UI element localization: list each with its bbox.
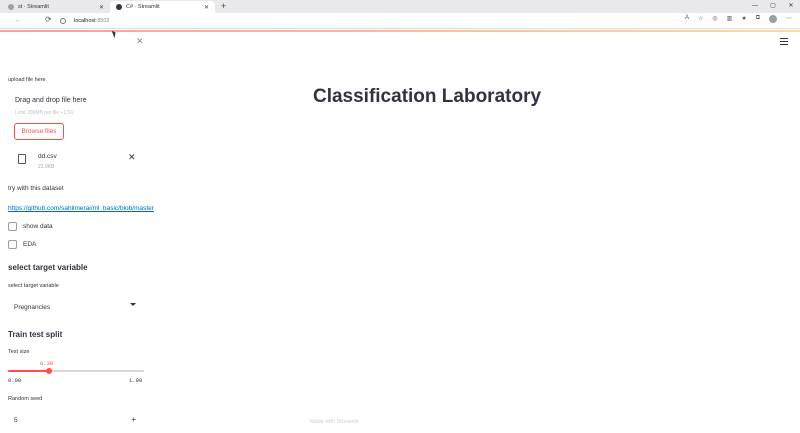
test-size-value: 0.30 [40, 360, 54, 367]
split-screen-icon[interactable]: ▥ [727, 15, 733, 23]
target-select-value: Pregnancies [14, 303, 51, 311]
address-host: localhost [74, 18, 96, 24]
show-data-label: show data [23, 223, 53, 230]
maximize-button[interactable]: ▢ [764, 0, 782, 13]
sidebar-close-icon[interactable]: ✕ [136, 36, 144, 47]
read-aloud-icon[interactable]: A [685, 15, 689, 23]
minimize-button[interactable]: — [746, 0, 764, 13]
browser-tab-active[interactable]: C# · Streamlit ✕ [110, 1, 215, 13]
random-seed-label: Random seed [8, 396, 43, 402]
back-icon[interactable]: ← [14, 15, 22, 24]
target-select-label: select target variable [8, 283, 59, 289]
favorites-icon[interactable]: ★ [741, 15, 746, 23]
tab-close-icon[interactable]: ✕ [99, 4, 104, 11]
uploaded-file: dd.csv 23.9KB ✕ [8, 152, 158, 174]
dropzone-limit: Limit 200MB per file • CSV [15, 110, 74, 116]
toolbar-icons: A ☆ ◎ ▥ ★ ⧉ ⋯ [685, 15, 792, 23]
upload-label: upload file here [8, 77, 46, 83]
tab-label: st · Streamlit [18, 4, 49, 10]
slider-fill [8, 370, 49, 372]
tab-close-icon[interactable]: ✕ [204, 4, 209, 11]
tab-label: C# · Streamlit [126, 4, 160, 10]
browse-files-button[interactable]: Browse files [14, 123, 64, 140]
slider-min: 0.00 [8, 377, 22, 384]
dataset-link[interactable]: https://github.com/sahilmerai/ml_basic/b… [8, 205, 154, 212]
split-heading: Train test split [8, 330, 63, 339]
eda-checkbox[interactable] [8, 240, 17, 249]
show-data-checkbox-row[interactable]: show data [8, 222, 53, 231]
profile-avatar-icon[interactable] [769, 15, 777, 23]
eda-label: EDA [23, 241, 37, 248]
random-seed-input[interactable]: 5 + [8, 410, 142, 430]
site-info-icon[interactable] [60, 18, 66, 24]
footer-text[interactable]: Made with Streamlit [310, 419, 358, 425]
hamburger-menu-icon[interactable] [780, 38, 788, 45]
file-icon [18, 154, 26, 164]
tab-favicon-icon [116, 4, 122, 10]
chevron-down-icon [130, 303, 136, 306]
close-window-button[interactable]: ✕ [782, 0, 800, 13]
show-data-checkbox[interactable] [8, 222, 17, 231]
page-title: Classification Laboratory [312, 86, 542, 107]
try-dataset-text: try with this dataset [8, 185, 64, 192]
increment-icon[interactable]: + [131, 415, 136, 424]
file-dropzone[interactable]: Drag and drop file here Limit 200MB per … [8, 92, 158, 146]
browser-tab-inactive[interactable]: st · Streamlit ✕ [2, 1, 110, 13]
more-menu-icon[interactable]: ⋯ [786, 15, 792, 23]
browser-toolbar: ← ⟳ localhost :8502 A ☆ ◎ ▥ ★ ⧉ ⋯ [0, 13, 800, 29]
target-heading: select target variable [8, 263, 88, 272]
address-port: :8502 [95, 18, 110, 24]
test-size-slider[interactable] [8, 368, 144, 374]
extension-icon[interactable]: ◎ [712, 15, 717, 23]
tab-favicon-icon [8, 4, 14, 10]
address-bar[interactable]: localhost :8502 [60, 15, 640, 27]
browser-tab-strip: st · Streamlit ✕ C# · Streamlit ✕ + — ▢ … [0, 0, 800, 13]
file-size: 23.9KB [38, 164, 55, 170]
new-tab-button[interactable]: + [221, 1, 226, 12]
refresh-icon[interactable]: ⟳ [45, 15, 52, 24]
collections-icon[interactable]: ⧉ [756, 15, 760, 23]
remove-file-icon[interactable]: ✕ [128, 152, 136, 163]
test-size-label: Test size [8, 349, 30, 355]
random-seed-value: 5 [14, 416, 18, 424]
favorites-star-icon[interactable]: ☆ [698, 15, 703, 23]
window-controls: — ▢ ✕ [746, 0, 800, 13]
slider-max: 1.00 [129, 377, 143, 384]
file-name: dd.csv [38, 153, 57, 160]
dropzone-title: Drag and drop file here [15, 97, 87, 104]
slider-thumb[interactable] [45, 368, 52, 374]
target-select[interactable]: Pregnancies [8, 297, 142, 317]
eda-checkbox-row[interactable]: EDA [8, 240, 36, 249]
